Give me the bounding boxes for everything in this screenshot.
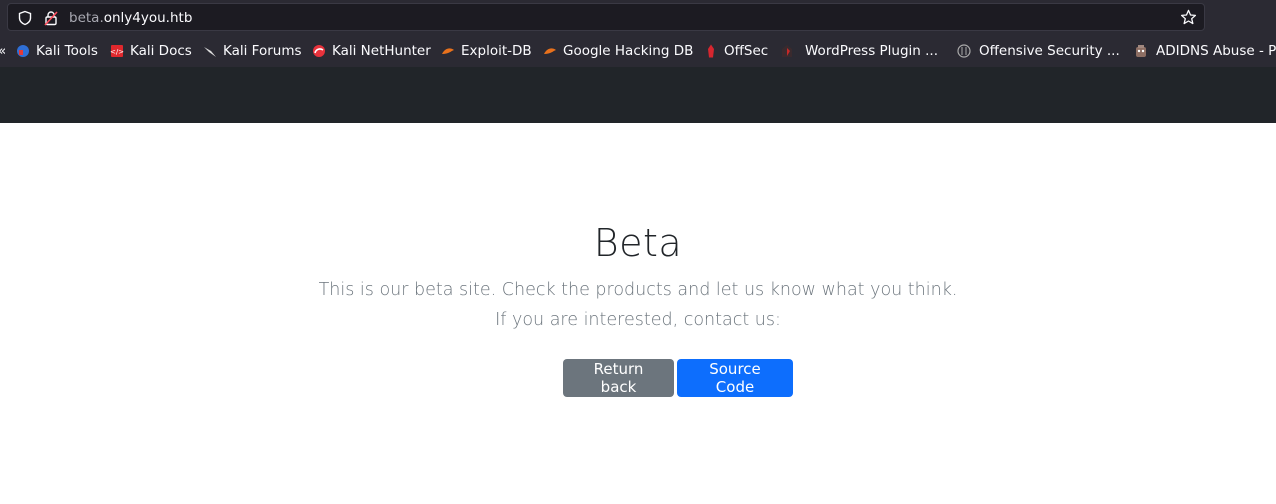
ghdb-icon: [544, 48, 556, 54]
bookmark-offensive-security[interactable]: Offensive Security ...: [957, 41, 1120, 61]
action-buttons: Return back Source Code: [563, 359, 793, 397]
wordpress-plugin-icon: [782, 45, 792, 57]
browser-chrome: beta.only4you.htb « Kali Tools </> Kali …: [0, 0, 1276, 67]
bookmark-exploit-db[interactable]: Exploit-DB: [441, 41, 532, 61]
bookmark-wordpress-plugin[interactable]: WordPress Plugin ...: [780, 41, 938, 61]
hero-section: Beta This is our beta site. Check the pr…: [0, 123, 1276, 504]
bookmark-kali-docs[interactable]: </> Kali Docs: [110, 41, 192, 61]
bookmark-offsec[interactable]: OffSec: [704, 41, 768, 61]
bookmarks-toolbar: « Kali Tools </> Kali Docs Kali Forums K…: [0, 37, 1276, 65]
address-bar[interactable]: beta.only4you.htb: [7, 3, 1205, 31]
adidns-icon: [1136, 45, 1146, 57]
url-subdomain: beta.: [69, 10, 104, 26]
return-back-button[interactable]: Return back: [563, 359, 674, 397]
site-navbar: [0, 67, 1276, 123]
bookmark-google-hacking-db[interactable]: Google Hacking DB: [543, 41, 693, 61]
kali-nethunter-icon: [313, 45, 325, 57]
offensive-security-icon: [957, 44, 971, 58]
contact-text: If you are interested, contact us:: [495, 310, 781, 330]
url-domain: only4you.htb: [103, 10, 193, 26]
kali-forums-icon: [204, 47, 216, 57]
bookmark-kali-tools[interactable]: Kali Tools: [16, 41, 98, 61]
kali-tools-icon: [17, 45, 29, 57]
lead-text: This is our beta site. Check the product…: [318, 280, 958, 300]
source-code-button[interactable]: Source Code: [677, 359, 793, 397]
bookmark-adidns-abuse[interactable]: ADIDNS Abuse - P: [1134, 41, 1276, 61]
svg-text:</>: </>: [110, 48, 124, 56]
url-text[interactable]: beta.only4you.htb: [69, 9, 192, 27]
shield-icon[interactable]: [17, 10, 33, 26]
bookmarks-overflow[interactable]: «: [0, 41, 6, 61]
offsec-icon: [708, 44, 714, 58]
bookmark-star-icon[interactable]: [1180, 9, 1197, 26]
kali-docs-icon: </>: [110, 45, 124, 57]
lock-warning-icon[interactable]: [43, 10, 59, 26]
bookmark-kali-nethunter[interactable]: Kali NetHunter: [312, 41, 431, 61]
bookmark-kali-forums[interactable]: Kali Forums: [203, 41, 302, 61]
exploit-db-icon: [442, 48, 454, 54]
page-title: Beta: [593, 221, 683, 265]
